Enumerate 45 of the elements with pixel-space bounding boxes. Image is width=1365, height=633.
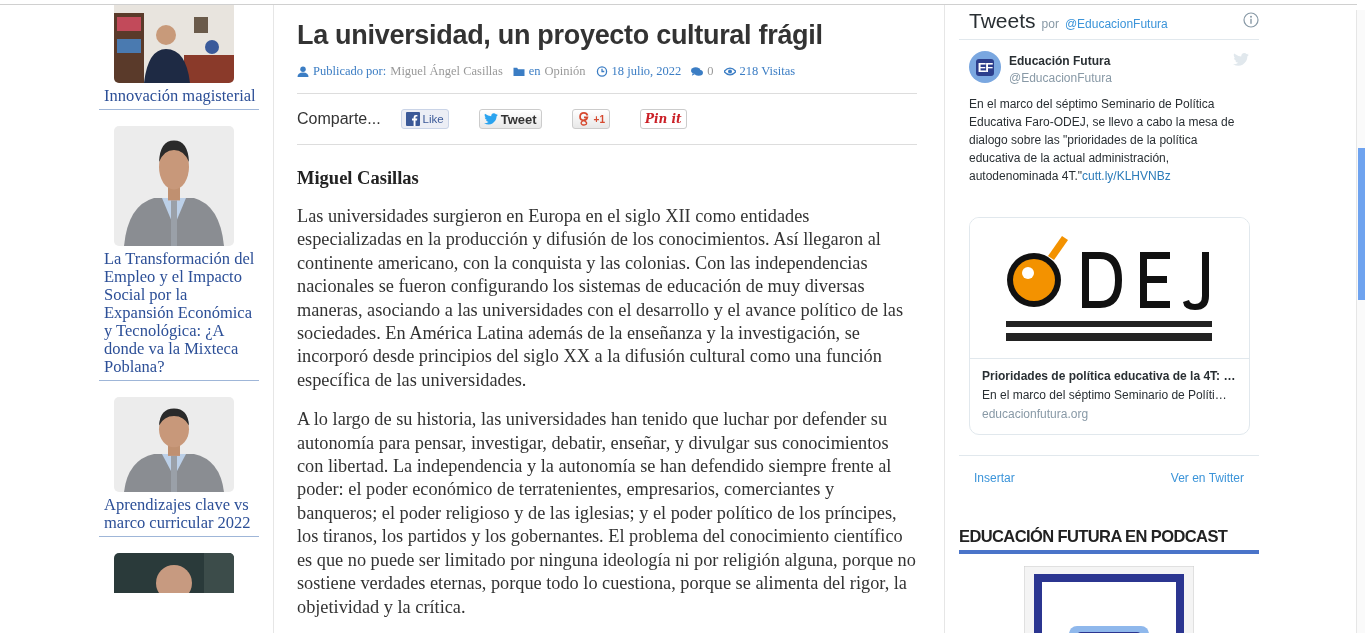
eye-icon xyxy=(723,66,736,77)
card-title: Prioridades de política educativa de la 4T: … xyxy=(982,368,1237,385)
meta-label: en xyxy=(528,64,541,79)
paragraph: Las universidades surgieron en Europa en el siglo XII como entidades especializadas en la producción y difusión de los conocimientos. Así llegaron al continente americano, con la conquista y las colonias. Con las independencias nacionales se fueron configurando los sistemas de educación de muy diversas maneras, asociando a las universidades con el desarrollo y el avance político de las sociedades. En América Latina además de la enseñanza y la investigación, se incorporó desde principios del siglo XX a la difusión cultural como una función específica de las universidades. xyxy=(297,205,905,392)
meta-value: 18 julio, 2022 xyxy=(611,64,682,79)
comments-icon xyxy=(691,66,704,77)
article-title: La universidad, un proyecto cultural frágil xyxy=(297,19,824,52)
footer-link[interactable]: Ver en Twitter xyxy=(1170,471,1244,485)
meta-value: 0 xyxy=(707,64,714,79)
meta-label: Publicado por: xyxy=(313,64,387,79)
article-link[interactable]: Aprendizajes clave vs marco curricular 2022 xyxy=(99,492,259,532)
google-icon xyxy=(576,112,591,126)
link-card[interactable]: Prioridades de política educativa de la 4T: … En el marco del séptimo Seminario de Políti… educacionfutura.org xyxy=(969,217,1250,435)
card-description: En el marco del séptimo Seminario de Políti… xyxy=(982,387,1228,404)
share-button[interactable]: +1 xyxy=(571,109,610,129)
footer-link[interactable]: Insertar xyxy=(974,471,1015,485)
tweet-text: En el marco del séptimo Seminario de Política Educativa Faro-ODEJ, se llevo a cabo la mesa de dialogo sobre las "prioridades de la política educativa de la actual administración, autodenominada 4T."cutt.ly/KLHVNBz xyxy=(969,96,1236,185)
share-button[interactable]: Like xyxy=(400,109,449,129)
user-handle: @EducacionFutura xyxy=(1009,71,1112,85)
scrollbar-thumb[interactable] xyxy=(1358,148,1365,300)
user-name: Educación Futura xyxy=(1009,54,1112,68)
folder-icon xyxy=(512,66,525,77)
bird-icon[interactable] xyxy=(1233,53,1249,66)
card-domain: educacionfutura.org xyxy=(982,406,1090,423)
meta-value: Miguel Ángel Casillas xyxy=(390,64,503,79)
info-icon[interactable] xyxy=(1243,12,1259,28)
paragraph: A lo largo de su historia, las universidades han tenido que luchar por defender su autonomía para pensar, investigar, debatir, enseñar, y divulgar sus conocimientos con libertad. La independencia y la autonomía se han defendido siempre frente al poder: el poder económico de terratenientes, empresarios, comerciantes y banqueros; el poder religioso y de las iglesias; y el poder político de los príncipes, los tiranos, los partidos y los gobernantes. El problema del conocimiento científico es que no puede ser limitado por ninguna ideología ni por religión alguna, porque no sostiene verdades eternas, porque todo lo cuestiona, porque se alimenta del rigor, la objetividad y la crítica. xyxy=(297,408,917,619)
widget-title: Tweets xyxy=(969,9,1036,33)
author-name: Miguel Casillas xyxy=(297,168,420,189)
article-link[interactable]: La Transformación del Empleo y el Impacto Social por la Expansión Económica y Tecnológica: ¿A donde va la Mixteca Poblana? xyxy=(99,246,259,376)
share-button[interactable]: Tweet xyxy=(478,109,542,129)
user-icon xyxy=(297,66,309,77)
meta-value: Opinión xyxy=(544,64,586,79)
article-link[interactable]: Innovación magisterial xyxy=(99,83,259,105)
tweet-link[interactable]: cutt.ly/KLHVNBz xyxy=(1082,169,1171,183)
meta-value: 218 Visitas xyxy=(739,64,796,79)
by-label: por xyxy=(1041,17,1059,31)
bird-icon xyxy=(483,112,498,126)
facebook-icon xyxy=(405,112,420,126)
clock-icon xyxy=(595,66,608,77)
avatar[interactable]: EF xyxy=(969,51,1001,83)
share-button[interactable]: Pin it xyxy=(640,109,687,129)
section-heading: EDUCACIÓN FUTURA EN PODCAST xyxy=(959,527,1259,554)
share-label: Comparte... xyxy=(297,110,381,128)
account-link[interactable]: @EducacionFutura xyxy=(1064,17,1168,31)
